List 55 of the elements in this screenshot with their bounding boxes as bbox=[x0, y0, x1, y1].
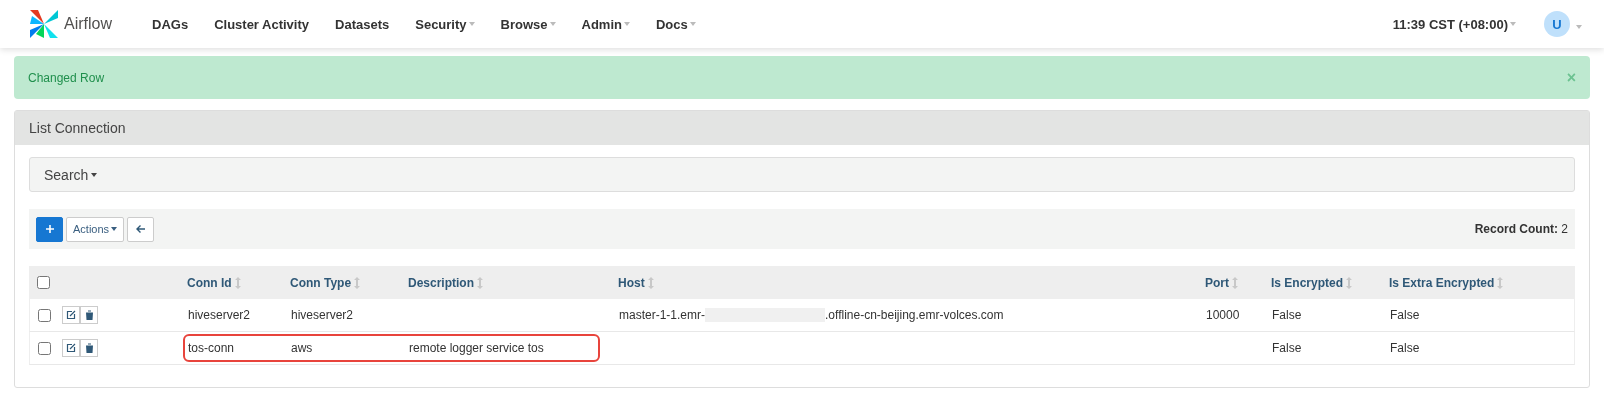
back-button[interactable] bbox=[127, 216, 155, 242]
column-header[interactable]: Host bbox=[618, 275, 1205, 290]
column-header[interactable]: Conn Type bbox=[290, 275, 408, 290]
edit-icon bbox=[66, 343, 76, 353]
alert-message: Changed Row bbox=[28, 70, 105, 85]
column-header[interactable]: Is Encrypted bbox=[1271, 275, 1389, 290]
edit-button[interactable] bbox=[62, 339, 80, 357]
trash-icon bbox=[84, 310, 94, 320]
table-cell-text: False bbox=[1272, 308, 1303, 322]
nav-link[interactable]: DAGs bbox=[152, 16, 189, 32]
sort-icon bbox=[234, 276, 241, 289]
nav-link[interactable]: Admin bbox=[581, 16, 630, 32]
column-header[interactable]: Description bbox=[408, 275, 618, 290]
table-cell-text: hiveserver2 bbox=[188, 308, 252, 322]
delete-button[interactable] bbox=[80, 339, 98, 357]
nav-link[interactable]: Security bbox=[415, 16, 475, 32]
edit-button[interactable] bbox=[62, 306, 80, 324]
table-cell-text: tos-conn bbox=[188, 341, 236, 355]
table-cell-text: hiveserver2 bbox=[291, 308, 355, 322]
delete-button[interactable] bbox=[80, 306, 98, 324]
search-toggle[interactable]: Search bbox=[29, 157, 1575, 192]
table-cell-text: False bbox=[1390, 308, 1421, 322]
plus-icon bbox=[44, 224, 55, 234]
column-header[interactable]: Port bbox=[1205, 275, 1271, 290]
sort-icon bbox=[1346, 276, 1353, 289]
pinwheel-logo-icon bbox=[28, 8, 60, 40]
nav-link[interactable]: Browse bbox=[500, 16, 556, 32]
column-header[interactable]: Is Extra Encrypted bbox=[1389, 275, 1575, 290]
sort-icon bbox=[647, 276, 654, 289]
host-cell-text: master-1-1.emr- .offline-cn-beijing.emr-volces.com bbox=[619, 307, 1005, 323]
nav-link[interactable]: Datasets bbox=[335, 16, 390, 32]
row-checkbox[interactable] bbox=[38, 308, 51, 322]
table-cell-text: 10000 bbox=[1206, 308, 1241, 322]
column-header[interactable]: Conn Id bbox=[187, 275, 290, 290]
sort-icon bbox=[354, 276, 361, 289]
brand-name[interactable]: Airflow bbox=[64, 15, 112, 33]
sort-icon bbox=[1232, 276, 1238, 289]
table-cell-text: remote logger service tos bbox=[409, 341, 545, 355]
table-cell-text: False bbox=[1390, 341, 1421, 355]
timezone-menu[interactable]: 11:39 CST (+08:00) bbox=[1392, 16, 1516, 32]
edit-icon bbox=[66, 310, 76, 320]
nav-link[interactable]: Cluster Activity bbox=[214, 16, 310, 32]
table-cell-text: False bbox=[1272, 341, 1303, 355]
add-button[interactable] bbox=[36, 216, 63, 242]
sort-icon bbox=[1497, 276, 1504, 289]
row-checkbox[interactable] bbox=[38, 341, 51, 355]
trash-icon bbox=[84, 343, 94, 353]
panel-title: List Connection bbox=[15, 111, 1589, 145]
select-all-checkbox[interactable] bbox=[37, 276, 50, 289]
left-arrow-icon bbox=[135, 224, 146, 234]
actions-button[interactable]: Actions bbox=[66, 216, 125, 242]
nav-link[interactable]: Docs bbox=[655, 16, 696, 32]
sort-icon bbox=[477, 276, 483, 289]
record-count: Record Count: 2 bbox=[1474, 222, 1568, 236]
table-cell-text: aws bbox=[291, 341, 314, 355]
